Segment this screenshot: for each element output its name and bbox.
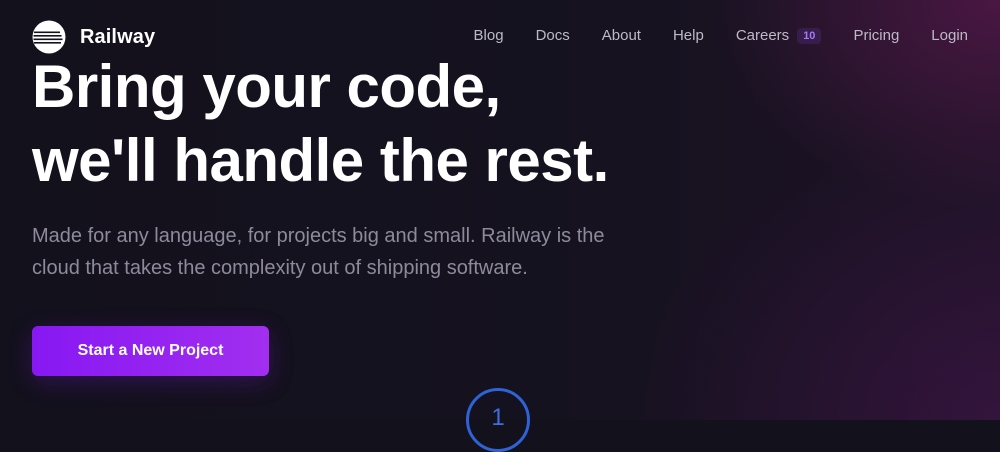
nav-link-label: Help	[672, 27, 704, 44]
nav-link-label: About	[601, 27, 641, 44]
nav-link-docs[interactable]: Docs	[536, 27, 570, 44]
hero-subtitle: Made for any language, for projects big …	[32, 225, 605, 279]
brand-logo-link[interactable]: Railway	[32, 20, 155, 54]
nav-link-label: Blog	[473, 27, 504, 44]
brand-name: Railway	[80, 25, 156, 48]
nav-link-pricing[interactable]: Pricing	[853, 27, 899, 44]
step-indicator: 1	[466, 388, 530, 452]
hero-headline-line-1: Bring your code,	[32, 53, 501, 120]
main-nav: Blog Docs About Help Careers 10 Pricing …	[474, 27, 968, 44]
railway-logo-icon	[32, 20, 66, 54]
start-new-project-button[interactable]: Start a New Project	[32, 326, 269, 376]
nav-link-label: Careers	[735, 27, 790, 44]
nav-link-careers[interactable]: Careers 10	[736, 27, 822, 44]
hero-section: Bring your code, we'll handle the rest. …	[32, 50, 732, 284]
nav-link-blog[interactable]: Blog	[474, 27, 504, 44]
nav-link-label: Pricing	[853, 27, 900, 44]
nav-link-label: Docs	[535, 27, 570, 44]
hero-headline: Bring your code, we'll handle the rest.	[32, 50, 732, 198]
careers-count-badge: 10	[797, 27, 822, 44]
nav-link-help[interactable]: Help	[673, 27, 704, 44]
nav-link-label: Login	[931, 27, 968, 44]
nav-link-about[interactable]: About	[602, 27, 641, 44]
step-number: 1	[491, 404, 505, 431]
nav-link-login[interactable]: Login	[931, 27, 968, 44]
hero-headline-line-2: we'll handle the rest.	[32, 127, 609, 194]
